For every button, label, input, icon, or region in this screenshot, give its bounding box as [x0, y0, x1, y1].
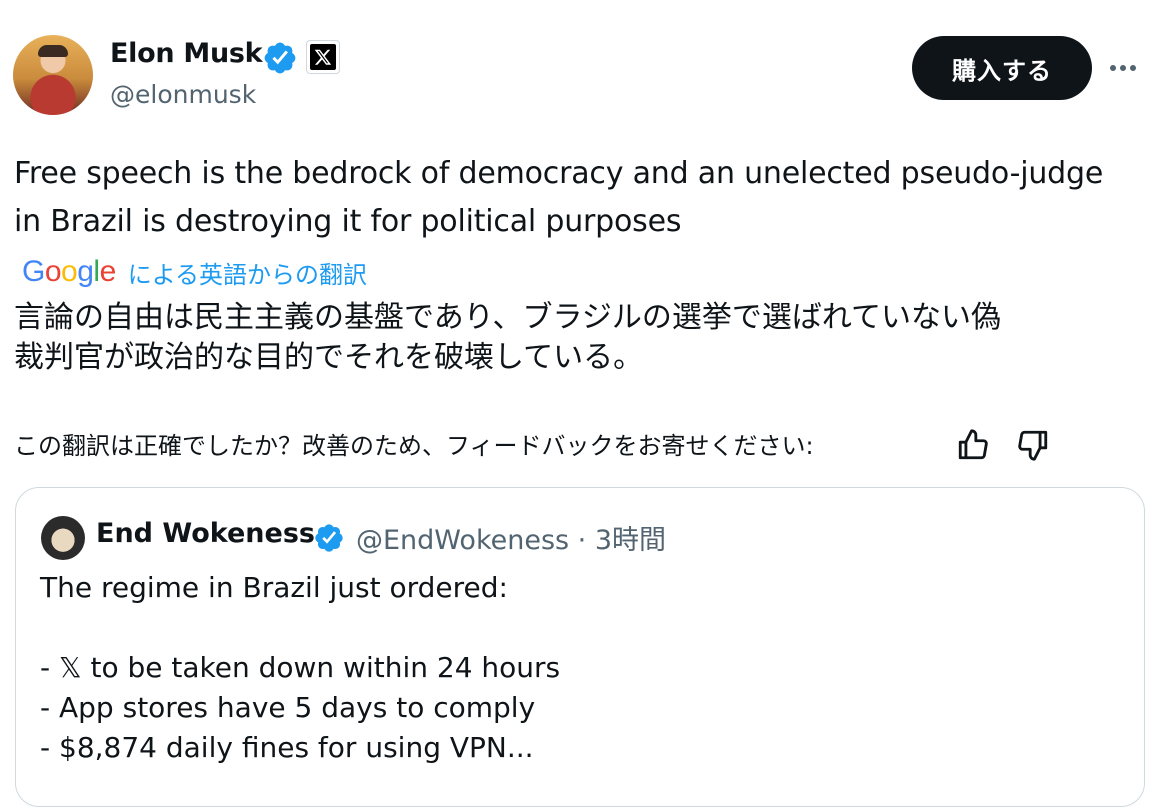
author-avatar[interactable]	[13, 35, 93, 115]
quoted-verified-badge-icon	[315, 524, 343, 552]
tweet-text: Free speech is the bedrock of democracy …	[14, 156, 1104, 239]
verified-badge-icon[interactable]	[262, 40, 298, 76]
google-logo: Google	[22, 255, 116, 288]
thumbs-down-icon[interactable]	[1016, 428, 1050, 462]
quoted-tweet-text: The regime in Brazil just ordered: - 𝕏 t…	[40, 571, 561, 764]
quoted-author-avatar[interactable]	[41, 516, 85, 560]
author-handle[interactable]: @elonmusk	[110, 80, 256, 109]
thumbs-up-icon[interactable]	[956, 428, 990, 462]
quoted-author-name[interactable]: End Wokeness	[96, 518, 315, 549]
subscribe-button[interactable]: 購入する	[912, 36, 1092, 100]
more-options-icon[interactable]	[1110, 56, 1142, 80]
translation-attribution: Google による英語からの翻訳	[22, 252, 367, 292]
author-name[interactable]: Elon Musk	[110, 38, 263, 69]
translation-feedback-prompt: この翻訳は正確でしたか？改善のため、フィードバックをお寄せください:	[14, 432, 814, 460]
x-logo-icon[interactable]	[306, 40, 340, 74]
quoted-author-handle-time[interactable]: @EndWokeness · 3時間	[356, 518, 666, 557]
translation-source-link[interactable]: による英語からの翻訳	[128, 255, 367, 290]
translated-text: 言論の自由は民主主義の基盤であり、ブラジルの選挙で選ばれていない偽 裁判官が政治…	[14, 300, 1001, 375]
